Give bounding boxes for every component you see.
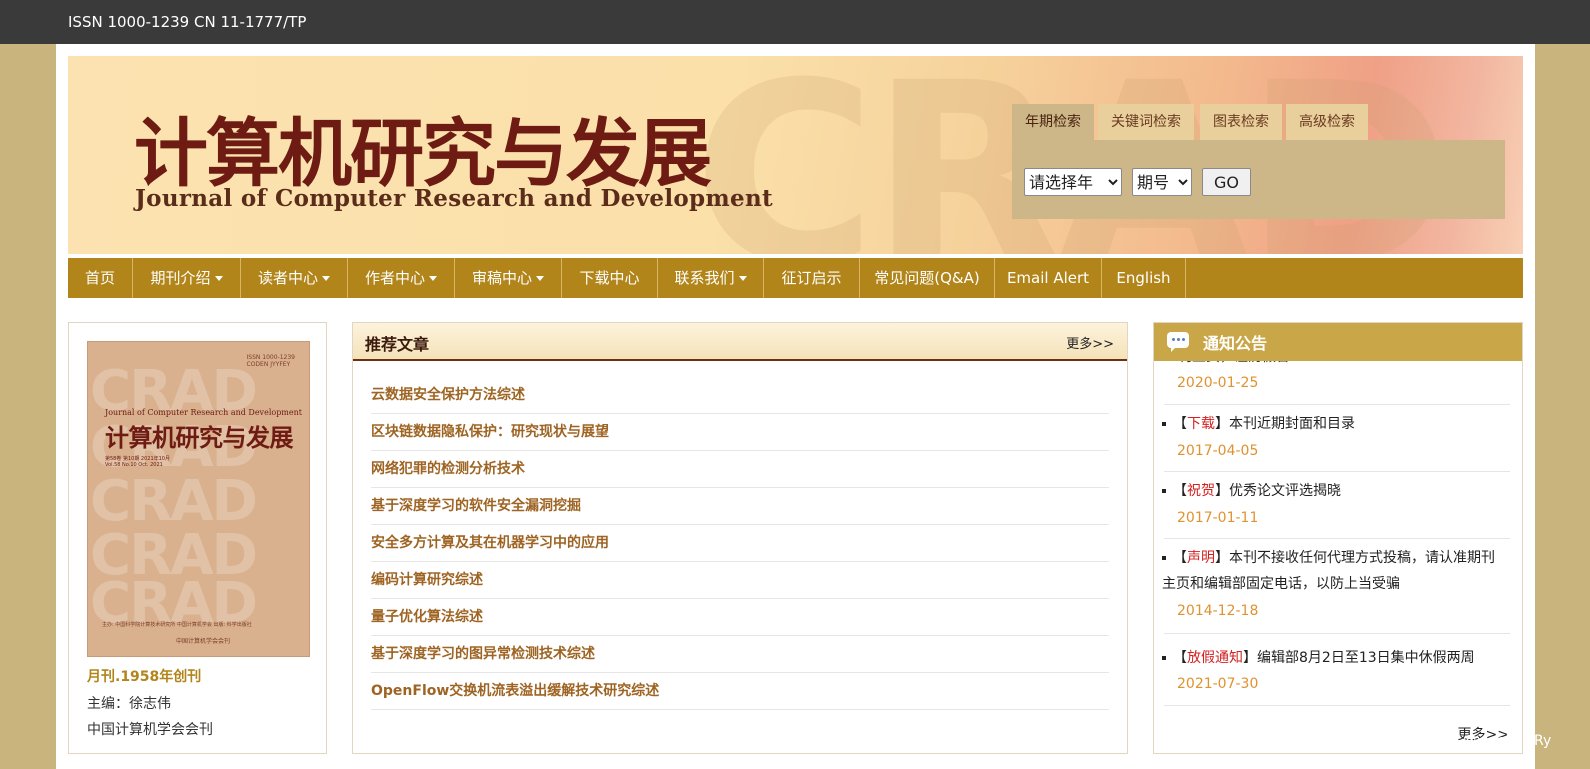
recommended-title: 推荐文章 bbox=[365, 335, 430, 354]
page-container: CRAD 计算机研究与发展 Journal of Computer Resear… bbox=[56, 44, 1535, 769]
notice-date: 2014-12-18 bbox=[1177, 603, 1259, 619]
issue-select[interactable]: 期号 bbox=[1132, 168, 1192, 196]
cover-footer: 主办: 中国科学院计算技术研究所 中国计算机学会 出版: 科学出版社 bbox=[102, 622, 252, 628]
notices-header: 通知公告 bbox=[1154, 323, 1522, 361]
notice-date: 2020-01-25 bbox=[1177, 375, 1259, 391]
go-button[interactable]: GO bbox=[1202, 168, 1251, 196]
founded-text: 月刊.1958年创刊 bbox=[87, 669, 202, 685]
article-link[interactable]: 编码计算研究综述 bbox=[371, 562, 1109, 599]
notices-panel: 刊主页，谨防假冒 2020-01-25 【下载】本刊近期封面和目录 2017-0… bbox=[1153, 322, 1523, 754]
notice-divider bbox=[1164, 633, 1510, 634]
cover-title-cn: 计算机研究与发展 bbox=[105, 424, 294, 452]
tab-year-issue-search[interactable]: 年期检索 bbox=[1012, 104, 1094, 140]
article-link[interactable]: OpenFlow交换机流表溢出缓解技术研究综述 bbox=[371, 673, 1109, 710]
tab-advanced-search[interactable]: 高级检索 bbox=[1286, 104, 1368, 140]
search-panel: 请选择年 期号 GO bbox=[1012, 140, 1505, 219]
cover-volume: 第58卷 第10期 2021年10月 Vol.58 No.10 Oct. 202… bbox=[105, 456, 170, 468]
nav-reader-center[interactable]: 读者中心 bbox=[241, 258, 348, 298]
cover-issn: ISSN 1000-1239 CODEN JYYFEY bbox=[246, 354, 296, 368]
society-text: 中国计算机学会会刊 bbox=[87, 722, 213, 738]
journal-title-en: Journal of Computer Research and Develop… bbox=[135, 185, 773, 212]
journal-cover-image[interactable]: CRAD CRAD CRAD CRAD CRAD ISSN 1000-1239 … bbox=[87, 341, 310, 657]
article-link[interactable]: 量子优化算法综述 bbox=[371, 599, 1109, 636]
cover-watermark: CRAD bbox=[90, 469, 258, 534]
nav-faq[interactable]: 常见问题(Q&A) bbox=[860, 258, 995, 298]
chevron-down-icon bbox=[738, 276, 747, 281]
chevron-down-icon bbox=[214, 276, 223, 281]
notice-item[interactable]: 【声明】本刊不接收任何代理方式投稿，请认准期刊主页和编辑部固定电话，以防上当受骗 bbox=[1162, 545, 1507, 597]
bullet-icon bbox=[1162, 656, 1166, 660]
main-nav: 首页 期刊介绍 读者中心 作者中心 审稿中心 下载中心 联系我们 征订启示 常见… bbox=[68, 258, 1523, 298]
notice-item[interactable]: 【放假通知】编辑部8月2日至13日集中休假两周 bbox=[1162, 645, 1507, 671]
article-link[interactable]: 区块链数据隐私保护：研究现状与展望 bbox=[371, 414, 1109, 451]
nav-subscription[interactable]: 征订启示 bbox=[764, 258, 860, 298]
notice-date: 2017-04-05 bbox=[1177, 443, 1259, 459]
bullet-icon bbox=[1162, 422, 1166, 426]
chat-bubble-icon bbox=[1167, 332, 1189, 352]
nav-author-center[interactable]: 作者中心 bbox=[348, 258, 455, 298]
notice-divider bbox=[1164, 471, 1510, 472]
nav-home[interactable]: 首页 bbox=[68, 258, 133, 298]
bullet-icon bbox=[1162, 489, 1166, 493]
chevron-down-icon bbox=[429, 276, 437, 281]
issn-text: ISSN 1000-1239 CN 11-1777/TP bbox=[68, 13, 307, 31]
cover-publisher: 中国计算机学会会刊 bbox=[176, 638, 231, 645]
cover-title-en: Journal of Computer Research and Develop… bbox=[105, 408, 302, 417]
article-list: 云数据安全保护方法综述 区块链数据隐私保护：研究现状与展望 网络犯罪的检测分析技… bbox=[371, 377, 1109, 710]
nav-contact-us[interactable]: 联系我们 bbox=[658, 258, 764, 298]
top-bar: ISSN 1000-1239 CN 11-1777/TP bbox=[0, 0, 1590, 44]
editor-text: 主编：徐志伟 bbox=[87, 696, 171, 712]
tab-chart-search[interactable]: 图表检索 bbox=[1200, 104, 1282, 140]
notice-divider bbox=[1164, 404, 1510, 405]
recommended-header: 推荐文章 更多>> bbox=[353, 323, 1127, 361]
nav-english[interactable]: English bbox=[1102, 258, 1186, 298]
article-link[interactable]: 网络犯罪的检测分析技术 bbox=[371, 451, 1109, 488]
recommended-more-link[interactable]: 更多>> bbox=[1066, 333, 1114, 352]
chevron-down-icon bbox=[322, 276, 330, 281]
tab-keyword-search[interactable]: 关键词检索 bbox=[1098, 104, 1194, 140]
notice-item[interactable]: 【祝贺】优秀论文评选揭晓 bbox=[1162, 478, 1507, 504]
nav-journal-intro[interactable]: 期刊介绍 bbox=[133, 258, 241, 298]
nav-email-alert[interactable]: Email Alert bbox=[995, 258, 1102, 298]
chevron-down-icon bbox=[536, 276, 544, 281]
article-link[interactable]: 安全多方计算及其在机器学习中的应用 bbox=[371, 525, 1109, 562]
recommended-articles-panel: 推荐文章 更多>> 云数据安全保护方法综述 区块链数据隐私保护：研究现状与展望 … bbox=[352, 322, 1128, 754]
article-link[interactable]: 基于深度学习的软件安全漏洞挖掘 bbox=[371, 488, 1109, 525]
nav-review-center[interactable]: 审稿中心 bbox=[455, 258, 562, 298]
csdn-watermark: CSDN @xiaobai_Ry bbox=[1418, 733, 1552, 749]
bullet-icon bbox=[1162, 556, 1166, 560]
year-select[interactable]: 请选择年 bbox=[1024, 168, 1122, 196]
journal-info-panel: CRAD CRAD CRAD CRAD CRAD ISSN 1000-1239 … bbox=[68, 322, 327, 754]
article-link[interactable]: 云数据安全保护方法综述 bbox=[371, 377, 1109, 414]
notice-date: 2021-07-30 bbox=[1177, 676, 1259, 692]
nav-download-center[interactable]: 下载中心 bbox=[562, 258, 658, 298]
notice-divider bbox=[1164, 705, 1510, 706]
notice-date: 2017-01-11 bbox=[1177, 510, 1259, 526]
notices-title: 通知公告 bbox=[1203, 334, 1268, 353]
article-link[interactable]: 基于深度学习的图异常检测技术综述 bbox=[371, 636, 1109, 673]
site-banner: CRAD 计算机研究与发展 Journal of Computer Resear… bbox=[68, 56, 1523, 254]
notice-item[interactable]: 【下载】本刊近期封面和目录 bbox=[1162, 411, 1507, 437]
notice-divider bbox=[1164, 538, 1510, 539]
